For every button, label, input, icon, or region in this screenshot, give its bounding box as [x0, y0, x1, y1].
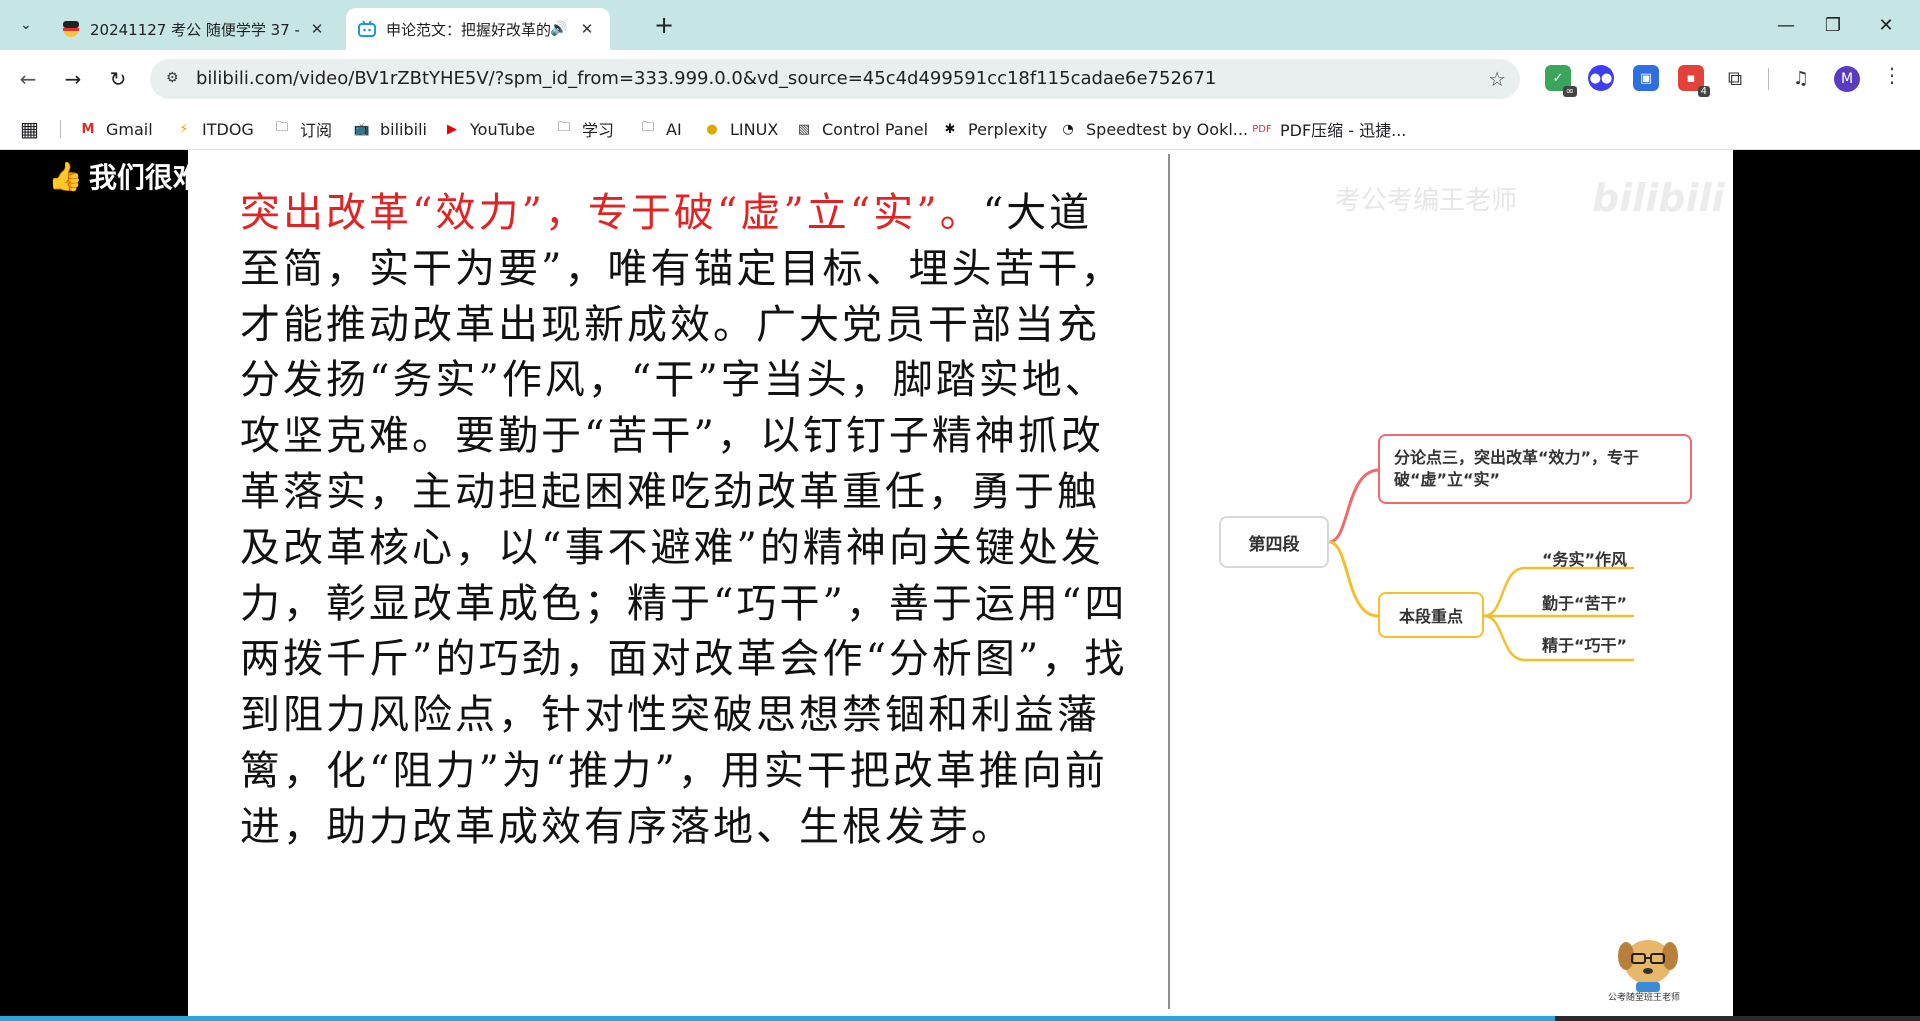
mindmap-root-node: 第四段	[1219, 516, 1329, 568]
audio-playing-icon[interactable]: 🔊	[550, 21, 570, 37]
mindmap-leaf: 精于“巧干”	[1542, 636, 1628, 655]
minimize-button[interactable]: —	[1766, 10, 1806, 40]
bookmark-speedtest[interactable]: ◔ Speedtest by Ookl...	[1058, 116, 1248, 142]
perplexity-icon: ✱	[944, 121, 956, 137]
tab-search-button[interactable]: ⌄	[10, 10, 42, 40]
browser-menu-icon[interactable]: ⋮	[1882, 63, 1902, 87]
bookmark-perplexity[interactable]: ✱ Perplexity	[940, 116, 1048, 142]
video-player[interactable]: 突出改革“效力”，专于破“虚”立“实”。“大道至简，实干为要”，唯有锚定目标、埋…	[0, 150, 1920, 1021]
bookmark-label: ITDOG	[202, 119, 254, 139]
bookmark-linux[interactable]: ● LINUX	[702, 116, 778, 142]
url-text[interactable]: bilibili.com/video/BV1rZBtYHE5V/?spm_id_…	[196, 68, 1216, 89]
bookmark-label: Control Panel	[822, 119, 929, 139]
tab-close-icon[interactable]: ✕	[306, 18, 328, 40]
mascot-label: 公考随堂班王老师	[1608, 993, 1681, 1003]
tab-strip: ⌄ 20241127 考公 随便学学 37 - ✕ 申论范文：把握好改革的破 🔊…	[0, 0, 1920, 50]
extension-shield-icon[interactable]: ✓ ∞	[1545, 65, 1577, 97]
tab-study-live[interactable]: 20241127 考公 随便学学 37 - ✕	[50, 8, 340, 50]
folder-icon: 🗀	[641, 120, 655, 135]
bookmark-label: AI	[666, 119, 682, 139]
bookmark-itdog[interactable]: ⚡ ITDOG	[174, 116, 254, 142]
video-progress-bar[interactable]	[0, 1016, 1920, 1021]
video-progress-fill	[0, 1016, 1556, 1021]
chevron-down-icon: ⌄	[20, 17, 32, 33]
folder-icon: 🗀	[557, 120, 571, 135]
itdog-icon: ⚡	[179, 121, 189, 137]
mindmap-leaf: “务实”作风	[1542, 550, 1628, 569]
bookmark-label: Speedtest by Ookl...	[1086, 119, 1249, 139]
forward-button[interactable]: →	[57, 63, 89, 95]
extension-red-icon[interactable]: ▪ 4	[1678, 65, 1710, 97]
bookmark-pdf[interactable]: PDF PDF压缩 - 迅捷...	[1252, 116, 1406, 142]
gmail-icon: M	[81, 121, 95, 137]
bookmark-label: bilibili	[380, 119, 427, 139]
bookmark-label: PDF压缩 - 迅捷...	[1280, 121, 1407, 140]
bilibili-icon: 📺	[353, 121, 371, 137]
danmaku-subtitle: 👍 我们很难 写，但是看看留个印象 后一想出来了就可以用了	[48, 150, 798, 202]
address-bar[interactable]: ⚙ bilibili.com/video/BV1rZBtYHE5V/?spm_i…	[150, 59, 1520, 99]
speedtest-icon: ◔	[1062, 121, 1074, 137]
pdf-icon: PDF	[1252, 123, 1272, 135]
close-window-button[interactable]: ✕	[1866, 10, 1906, 40]
mindmap-leaf: 勤于“苦干”	[1542, 594, 1628, 613]
apps-grid-icon[interactable]: ▦	[20, 116, 39, 142]
profile-avatar[interactable]: M	[1834, 66, 1860, 92]
bookmark-folder-ai[interactable]: 🗀 AI	[638, 116, 682, 142]
site-info-icon[interactable]: ⚙	[166, 70, 184, 88]
bookmark-youtube[interactable]: ▶ YouTube	[442, 116, 535, 142]
bookmark-bilibili[interactable]: 📺 bilibili	[352, 116, 427, 142]
extension-badge: 4	[1697, 86, 1710, 97]
tab-title: 20241127 考公 随便学学 37 -	[90, 20, 300, 39]
bookmark-label: Gmail	[106, 119, 153, 139]
bookmark-label: YouTube	[470, 119, 536, 139]
bookmark-label: Perplexity	[968, 119, 1048, 139]
folder-icon: 🗀	[275, 120, 289, 135]
tab-close-icon[interactable]: ✕	[576, 18, 598, 40]
bookmark-gmail[interactable]: M Gmail	[78, 116, 153, 142]
essay-body: “大道至简，实干为要”，唯有锚定目标、埋头苦干，才能推动改革出现新成效。广大党员…	[240, 190, 1128, 850]
mindmap-argument-node: 分论点三，突出改革“效力”，专于破“虚”立“实”	[1378, 434, 1692, 504]
bookmark-control-panel[interactable]: ▧ Control Panel	[794, 116, 928, 142]
restore-button[interactable]: ❐	[1813, 10, 1853, 40]
bookmark-folder-subscribe[interactable]: 🗀 订阅	[272, 116, 332, 142]
video-frame-slide: 突出改革“效力”，专于破“虚”立“实”。“大道至简，实干为要”，唯有锚定目标、埋…	[188, 150, 1733, 1016]
back-button[interactable]: ←	[12, 63, 44, 95]
subtitle-text: 我们很难	[88, 161, 201, 194]
extension-eyes-icon[interactable]: ●●	[1588, 65, 1614, 91]
bookmarks-separator	[60, 120, 61, 138]
youtube-icon: ▶	[447, 121, 457, 137]
mindmap-focus-node: 本段重点	[1378, 592, 1484, 638]
thumbs-up-icon: 👍	[48, 159, 83, 193]
linux-icon: ●	[706, 121, 718, 137]
subtitle-faint-text: 写，但是看看留个印象 后一想出来了就可以用了	[200, 161, 798, 194]
essay-paragraph: 突出改革“效力”，专于破“虚”立“实”。“大道至简，实干为要”，唯有锚定目标、埋…	[240, 186, 1130, 856]
uploader-watermark: 考公考编王老师	[1335, 186, 1518, 216]
bookmarks-bar: ▦ M Gmail ⚡ ITDOG 🗀 订阅 📺 bilibili ▶ YouTube 🗀…	[0, 108, 1920, 150]
extension-chat-icon[interactable]: ▣	[1633, 65, 1659, 91]
browser-toolbar: ← → ↻ ⚙ bilibili.com/video/BV1rZBtYHE5V/…	[0, 50, 1920, 108]
slide-divider	[1168, 154, 1170, 1009]
bookmark-label: 学习	[582, 121, 615, 140]
control-panel-icon: ▧	[797, 121, 811, 137]
tab-title: 申论范文：把握好改革的破	[386, 20, 550, 39]
bookmark-star-icon[interactable]: ☆	[1488, 67, 1506, 91]
bilibili-tab-icon	[358, 20, 376, 37]
toolbar-separator	[1768, 68, 1769, 90]
reload-button[interactable]: ↻	[102, 63, 134, 95]
bookmark-label: 订阅	[300, 121, 333, 140]
extension-badge: ∞	[1562, 86, 1577, 97]
extensions-puzzle-icon[interactable]: ⧉	[1722, 65, 1748, 91]
bookmark-folder-study[interactable]: 🗀 学习	[554, 116, 614, 142]
tab-favicon-icon	[63, 21, 79, 37]
media-control-icon[interactable]: ♫	[1788, 65, 1814, 91]
new-tab-button[interactable]: +	[650, 11, 678, 39]
bookmark-label: LINUX	[730, 119, 779, 139]
tab-essay-video[interactable]: 申论范文：把握好改革的破 🔊 ✕	[346, 8, 610, 50]
bilibili-watermark-logo: bilibili	[1592, 176, 1725, 220]
